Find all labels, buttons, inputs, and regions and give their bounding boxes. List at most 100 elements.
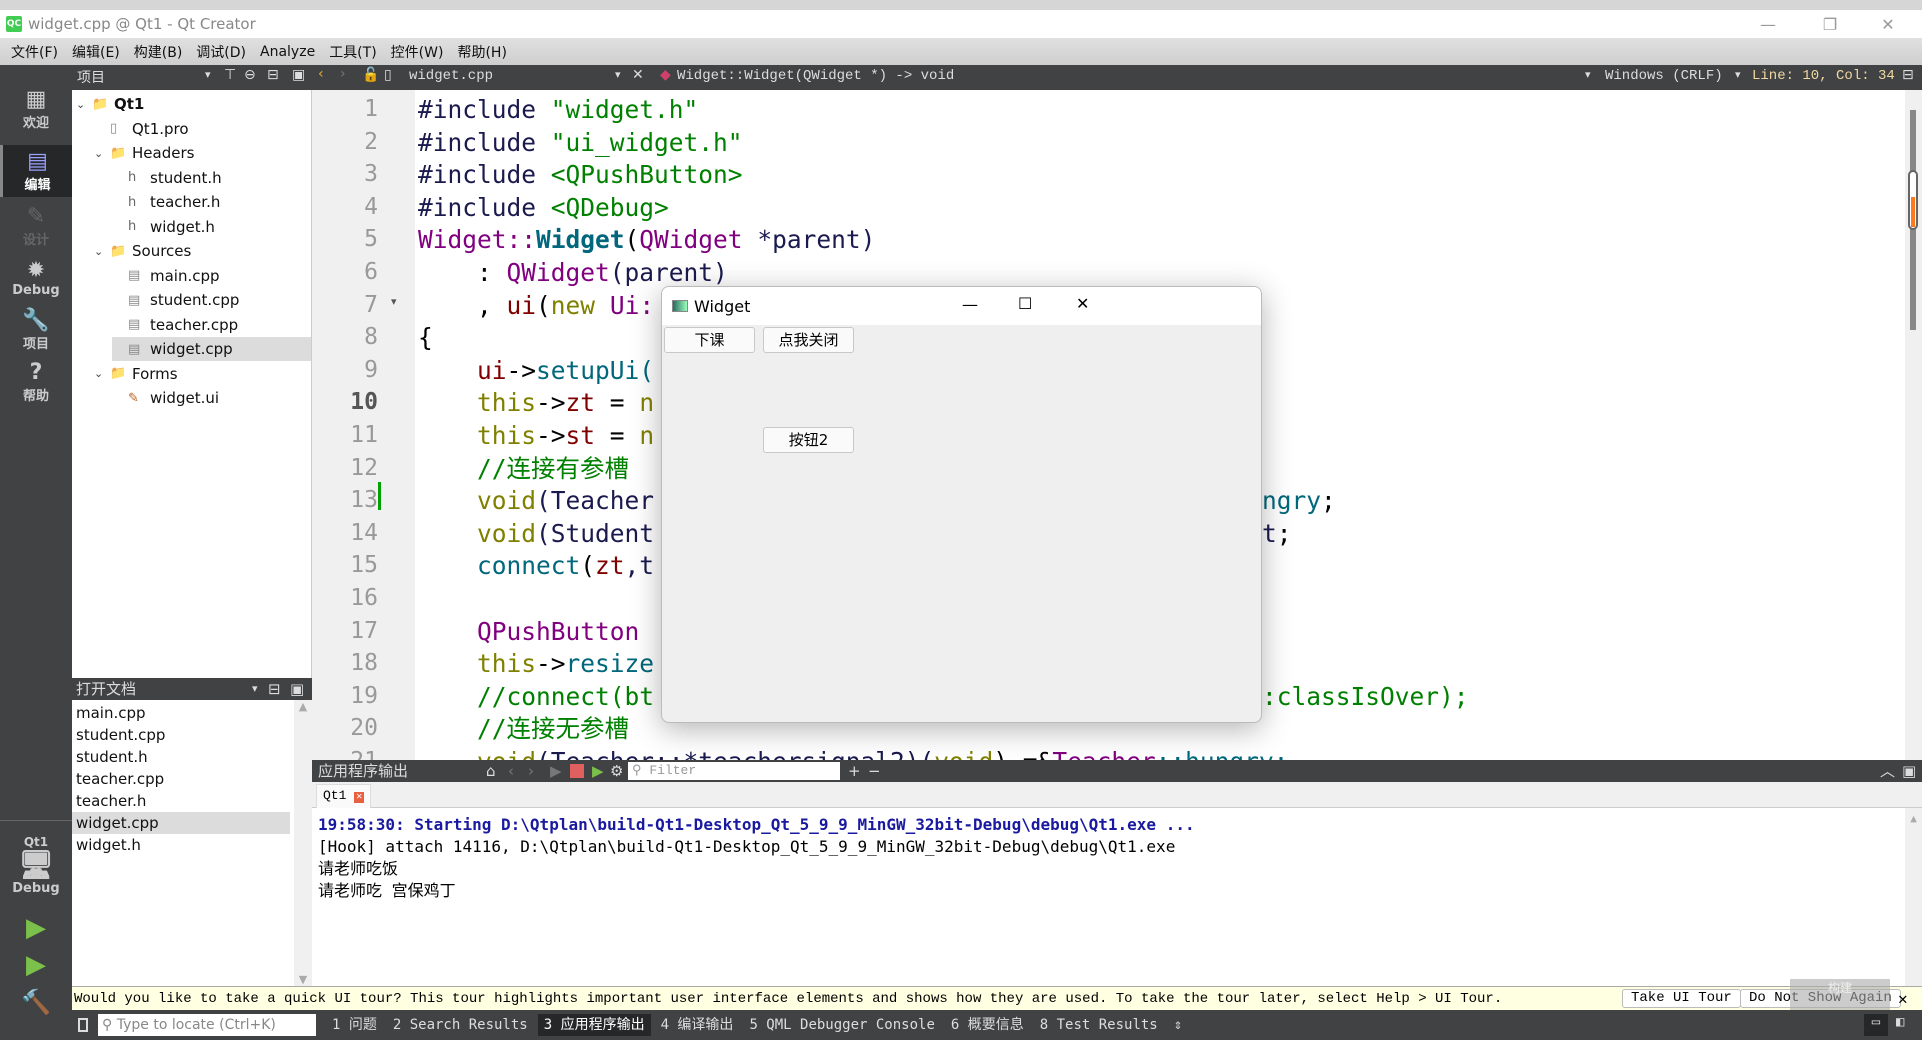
cursor-position[interactable]: Line: 10, Col: 34 <box>1752 68 1895 84</box>
more-panes-icon[interactable]: ⇕ <box>1168 1014 1188 1036</box>
tree-item[interactable]: ▤ student.cpp <box>112 288 311 312</box>
project-view-selector[interactable]: 项目 <box>77 67 105 87</box>
tree-item[interactable]: ▯ Qt1.pro <box>94 117 311 141</box>
zoom-in-icon[interactable]: + <box>848 760 861 782</box>
class-over-button[interactable]: 下课 <box>664 327 755 353</box>
menu-tools[interactable]: 工具(T) <box>322 42 383 62</box>
dropdown-icon[interactable]: ▾ <box>1585 68 1591 81</box>
menu-analyze[interactable]: Analyze <box>253 44 322 60</box>
close-tab-icon[interactable]: ✕ <box>354 792 365 803</box>
editor-scrollbar[interactable] <box>1905 90 1922 760</box>
open-document-item[interactable]: student.h <box>72 746 290 768</box>
stop-icon[interactable] <box>570 764 584 778</box>
symbol-selector[interactable]: Widget::Widget(QWidget *) -> void <box>677 68 954 84</box>
open-document-item[interactable]: main.cpp <box>72 702 290 724</box>
split-icon[interactable]: ⊟ <box>268 678 281 700</box>
scrollbar[interactable]: ▲ ▼ <box>294 700 312 986</box>
close-pane-icon[interactable]: ▣ <box>292 67 305 83</box>
mode-debug[interactable]: ✹ Debug <box>0 252 72 304</box>
pane-general-messages[interactable]: 6 概要信息 <box>945 1014 1030 1036</box>
pane-compile-output[interactable]: 4 编译输出 <box>655 1014 740 1036</box>
debug-run-button[interactable]: ▶ <box>0 945 72 985</box>
close-button[interactable]: ✕ <box>1858 10 1918 38</box>
settings-icon[interactable]: ⚙ <box>610 760 623 782</box>
pane-issues[interactable]: 1 问题 <box>326 1014 383 1036</box>
mode-design[interactable]: ✎ 设计 <box>0 200 72 252</box>
filter-input[interactable]: ⚲ Filter <box>628 762 840 780</box>
application-output[interactable]: 19:58:30: Starting D:\Qtplan\build-Qt1-D… <box>312 808 1922 986</box>
tree-item[interactable]: ✎ widget.ui <box>112 386 311 410</box>
tree-item[interactable]: ▤ widget.cpp <box>112 337 311 361</box>
dropdown-icon[interactable]: ▾ <box>205 68 211 81</box>
chevron-down-icon[interactable]: ⌄ <box>94 367 110 380</box>
mode-help[interactable]: ? 帮助 <box>0 356 72 408</box>
chevron-down-icon[interactable]: ⌄ <box>94 147 110 160</box>
chevron-down-icon[interactable]: ⌄ <box>76 98 92 111</box>
attach-debugger-icon[interactable]: ▶ <box>592 760 604 782</box>
maximize-pane-icon[interactable]: ︿ <box>1880 760 1895 782</box>
toggle-right-sidebar-icon[interactable]: ◧ <box>1896 1014 1904 1030</box>
open-document-item[interactable]: widget.cpp <box>72 812 290 834</box>
close-pane-icon[interactable]: ▣ <box>1902 760 1916 782</box>
back-icon[interactable]: ‹ <box>318 66 324 82</box>
line-ending-selector[interactable]: Windows (CRLF) <box>1605 68 1723 84</box>
pane-search-results[interactable]: 2 Search Results <box>387 1014 534 1036</box>
close-me-button[interactable]: 点我关闭 <box>763 327 854 353</box>
restore-button[interactable]: ❐ <box>1800 10 1860 38</box>
rerun-icon[interactable]: ▶ <box>550 760 562 782</box>
open-file-selector[interactable]: widget.cpp <box>409 68 493 84</box>
prev-icon[interactable]: ‹ <box>508 760 514 782</box>
kit-selector[interactable]: Qt1 🖥 Debug <box>0 825 72 905</box>
menu-build[interactable]: 构建(B) <box>127 42 190 62</box>
filter-icon[interactable]: ⊤ <box>224 67 236 83</box>
close-document-icon[interactable]: ✕ <box>632 67 644 83</box>
menu-file[interactable]: 文件(F) <box>4 42 65 62</box>
dropdown-icon[interactable]: ▾ <box>252 678 258 700</box>
menu-debug[interactable]: 调试(D) <box>189 42 253 62</box>
output-tab-qt1[interactable]: Qt1 ✕ <box>316 784 372 808</box>
pane-test-results[interactable]: 8 Test Results <box>1034 1014 1164 1036</box>
split-icon[interactable]: ⊟ <box>267 67 279 83</box>
open-document-item[interactable]: widget.h <box>72 834 290 856</box>
tree-item[interactable]: ⌄ 📁 Headers <box>94 141 311 165</box>
tree-item[interactable]: ⌄ 📁 Forms <box>94 362 311 386</box>
mode-projects[interactable]: 🔧 项目 <box>0 304 72 356</box>
mode-welcome[interactable]: ▦ 欢迎 <box>0 83 72 135</box>
menu-help[interactable]: 帮助(H) <box>450 42 513 62</box>
run-button[interactable]: ▶ <box>0 908 72 948</box>
tree-item[interactable]: ⌄ 📁 Qt1 <box>76 92 311 116</box>
pane-qml-debugger-console[interactable]: 5 QML Debugger Console <box>743 1014 940 1036</box>
link-icon[interactable]: ⊖ <box>244 67 256 83</box>
open-document-item[interactable]: teacher.h <box>72 790 290 812</box>
toggle-sidebar-icon[interactable] <box>78 1018 88 1032</box>
minimize-button[interactable]: — <box>1738 10 1798 38</box>
locator-input[interactable]: ⚲ Type to locate (Ctrl+K) <box>98 1014 316 1036</box>
button-2[interactable]: 按钮2 <box>763 427 854 453</box>
next-icon[interactable]: › <box>528 760 534 782</box>
split-icon[interactable]: ⊟ <box>1902 67 1914 83</box>
tree-item[interactable]: ▤ teacher.cpp <box>112 313 311 337</box>
close-tour-button[interactable]: ✕ <box>1898 989 1908 1009</box>
close-pane-icon[interactable]: ▣ <box>290 678 304 700</box>
dialog-minimize-button[interactable]: — <box>962 295 978 314</box>
tree-item[interactable]: h widget.h <box>112 215 311 239</box>
zoom-out-icon[interactable]: − <box>868 760 881 782</box>
tree-item[interactable]: ▤ main.cpp <box>112 264 311 288</box>
clear-icon[interactable]: ⌂ <box>486 760 496 782</box>
menu-controls[interactable]: 控件(W) <box>384 42 451 62</box>
mode-edit[interactable]: ▤ 编辑 <box>0 145 72 197</box>
dropdown-icon[interactable]: ▾ <box>1735 68 1741 81</box>
dropdown-icon[interactable]: ▾ <box>615 68 621 81</box>
open-document-item[interactable]: teacher.cpp <box>72 768 290 790</box>
pane-application-output[interactable]: 3 应用程序输出 <box>537 1014 651 1036</box>
scrollbar[interactable]: ▲ <box>1905 808 1922 986</box>
take-ui-tour-button[interactable]: Take UI Tour <box>1622 989 1741 1008</box>
tree-item[interactable]: h teacher.h <box>112 190 311 214</box>
build-button[interactable]: 🔨 <box>0 982 72 1022</box>
scrollbar-handle[interactable] <box>1908 170 1918 230</box>
progress-details-icon[interactable]: ▭ <box>1864 1014 1888 1036</box>
dialog-close-button[interactable]: ✕ <box>1076 294 1089 313</box>
forward-icon[interactable]: › <box>340 66 346 82</box>
fold-arrow-icon[interactable]: ▾ <box>391 295 397 308</box>
tree-item[interactable]: ⌄ 📁 Sources <box>94 239 311 263</box>
